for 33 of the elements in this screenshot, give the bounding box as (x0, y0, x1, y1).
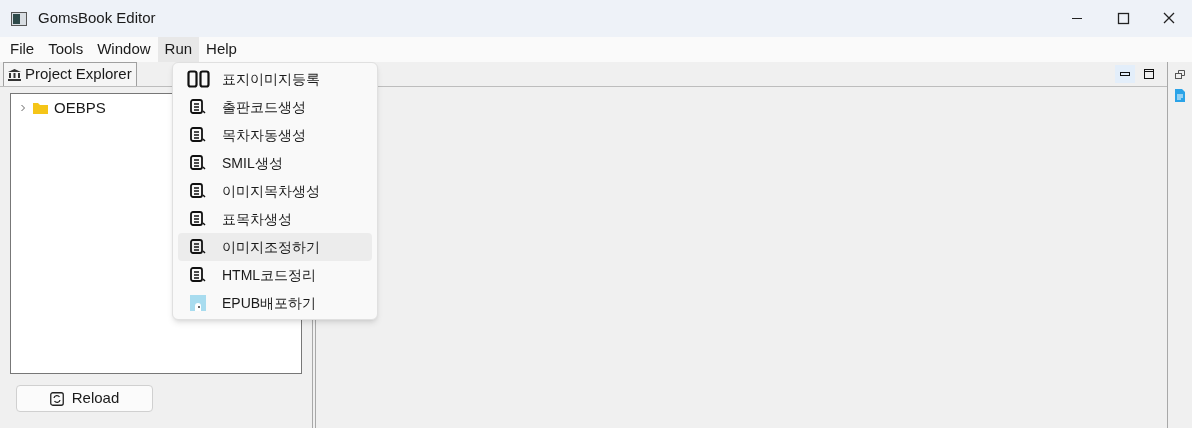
document-icon (190, 155, 206, 171)
menu-item[interactable]: Run (157, 37, 200, 62)
menu-option[interactable]: 이미지목차생성 (178, 177, 372, 205)
refresh-icon (49, 391, 64, 406)
book-icon (186, 70, 210, 88)
document-icon (190, 239, 206, 255)
document-icon (190, 127, 206, 143)
document-icon (190, 99, 206, 115)
menu-option[interactable]: 표지이미지등록 (178, 65, 372, 93)
document-icon (190, 267, 206, 283)
menu-option[interactable]: 표목차생성 (178, 205, 372, 233)
explorer-tab[interactable]: Project Explorer (3, 62, 137, 86)
menu-item[interactable]: File (3, 37, 42, 62)
document-icon (190, 211, 206, 227)
restore-icon[interactable] (1175, 70, 1185, 79)
folder-icon (33, 102, 48, 114)
window-title: GomsBook Editor (38, 8, 156, 29)
document-icon (190, 183, 206, 199)
menu-option[interactable]: EPUB배포하기 (178, 289, 372, 317)
menu-item[interactable]: Help (199, 37, 244, 62)
menu-option[interactable]: SMIL생성 (178, 149, 372, 177)
app-icon (11, 11, 27, 26)
image-icon (190, 295, 206, 311)
reload-button[interactable]: Reload (16, 385, 153, 412)
menu-item[interactable]: Window (90, 37, 158, 62)
bank-icon (8, 68, 21, 81)
menu-option[interactable]: 목차자동생성 (178, 121, 372, 149)
menu-option[interactable]: 이미지조정하기 (178, 233, 372, 261)
minimize-view-icon[interactable] (1115, 65, 1135, 83)
menu-item[interactable]: Tools (41, 37, 91, 62)
tree-item[interactable]: OEBPS (54, 96, 106, 120)
menu-option[interactable]: HTML코드정리 (178, 261, 372, 289)
menu-option[interactable]: 출판코드생성 (178, 93, 372, 121)
